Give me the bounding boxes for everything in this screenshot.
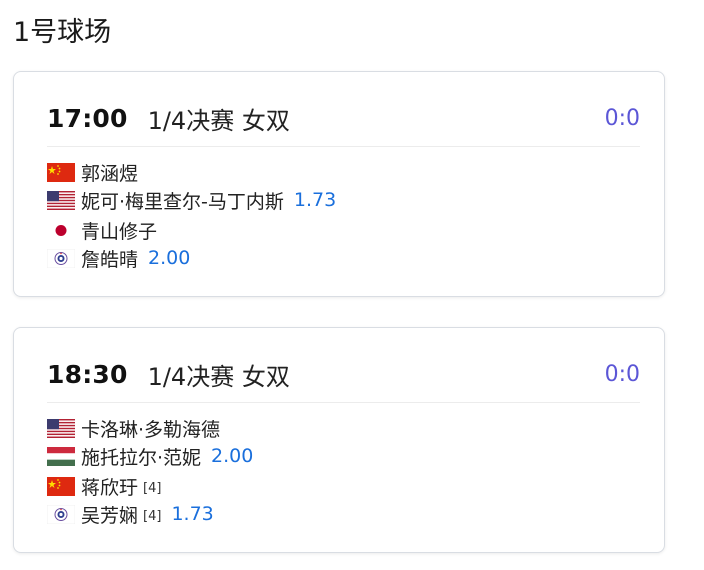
japan-flag-icon bbox=[47, 220, 75, 240]
usa-flag-icon bbox=[47, 418, 75, 438]
player-row: 施托拉尔·范妮 2.00 bbox=[47, 442, 640, 470]
china-flag-icon bbox=[47, 162, 75, 182]
match-header: 17:00 1/4决赛 女双 0:0 bbox=[47, 100, 640, 136]
match-header: 18:30 1/4决赛 女双 0:0 bbox=[47, 356, 640, 392]
team-2: 蒋欣玗 [4] 吴芳娴 [4] 1.73 bbox=[47, 472, 640, 528]
teams: 郭涵煜 妮可·梅里查尔-马丁内斯 1.73 青山修子 詹皓晴 2.00 bbox=[47, 158, 640, 274]
player-name: 詹皓晴 bbox=[81, 248, 139, 271]
divider bbox=[47, 146, 640, 147]
team-2: 青山修子 詹皓晴 2.00 bbox=[47, 216, 640, 272]
player-row: 郭涵煜 bbox=[47, 158, 640, 186]
match-card[interactable]: 18:30 1/4决赛 女双 0:0 卡洛琳·多勒海德 施托拉尔·范妮 2.00 bbox=[13, 327, 665, 553]
player-row: 吴芳娴 [4] 1.73 bbox=[47, 500, 640, 528]
player-name: 吴芳娴 bbox=[81, 504, 139, 527]
match-card[interactable]: 17:00 1/4决赛 女双 0:0 郭涵煜 妮可·梅里查尔-马丁内斯 1.73 bbox=[13, 71, 665, 297]
player-name: 郭涵煜 bbox=[81, 162, 139, 185]
team-1: 卡洛琳·多勒海德 施托拉尔·范妮 2.00 bbox=[47, 414, 640, 470]
player-row: 卡洛琳·多勒海德 bbox=[47, 414, 640, 442]
team-1: 郭涵煜 妮可·梅里查尔-马丁内斯 1.73 bbox=[47, 158, 640, 214]
match-time: 18:30 bbox=[47, 359, 128, 389]
player-row: 妮可·梅里查尔-马丁内斯 1.73 bbox=[47, 186, 640, 214]
player-row: 詹皓晴 2.00 bbox=[47, 244, 640, 272]
player-name: 卡洛琳·多勒海德 bbox=[81, 418, 221, 441]
player-row: 蒋欣玗 [4] bbox=[47, 472, 640, 500]
player-name: 青山修子 bbox=[81, 220, 158, 243]
seed-badge: [4] bbox=[143, 480, 162, 496]
odds-value[interactable]: 2.00 bbox=[148, 247, 190, 269]
divider bbox=[47, 402, 640, 403]
china-flag-icon bbox=[47, 476, 75, 496]
match-time: 17:00 bbox=[47, 103, 128, 133]
player-name: 妮可·梅里查尔-马丁内斯 bbox=[81, 190, 284, 213]
player-row: 青山修子 bbox=[47, 216, 640, 244]
court-title: 1号球场 bbox=[13, 17, 112, 48]
odds-value[interactable]: 1.73 bbox=[294, 189, 336, 211]
usa-flag-icon bbox=[47, 190, 75, 210]
teams: 卡洛琳·多勒海德 施托拉尔·范妮 2.00 蒋欣玗 [4] 吴芳娴 [4] 1.… bbox=[47, 414, 640, 530]
seed-badge: [4] bbox=[143, 508, 162, 524]
match-score: 0:0 bbox=[604, 361, 640, 387]
match-score: 0:0 bbox=[604, 105, 640, 131]
odds-value[interactable]: 2.00 bbox=[211, 445, 253, 467]
chinese-taipei-flag-icon bbox=[47, 504, 75, 524]
player-name: 蒋欣玗 bbox=[81, 476, 139, 499]
match-round: 1/4决赛 女双 bbox=[147, 362, 290, 391]
chinese-taipei-flag-icon bbox=[47, 248, 75, 268]
match-round: 1/4决赛 女双 bbox=[147, 106, 290, 135]
player-name: 施托拉尔·范妮 bbox=[81, 446, 202, 469]
hungary-flag-icon bbox=[47, 446, 75, 466]
odds-value[interactable]: 1.73 bbox=[171, 503, 213, 525]
